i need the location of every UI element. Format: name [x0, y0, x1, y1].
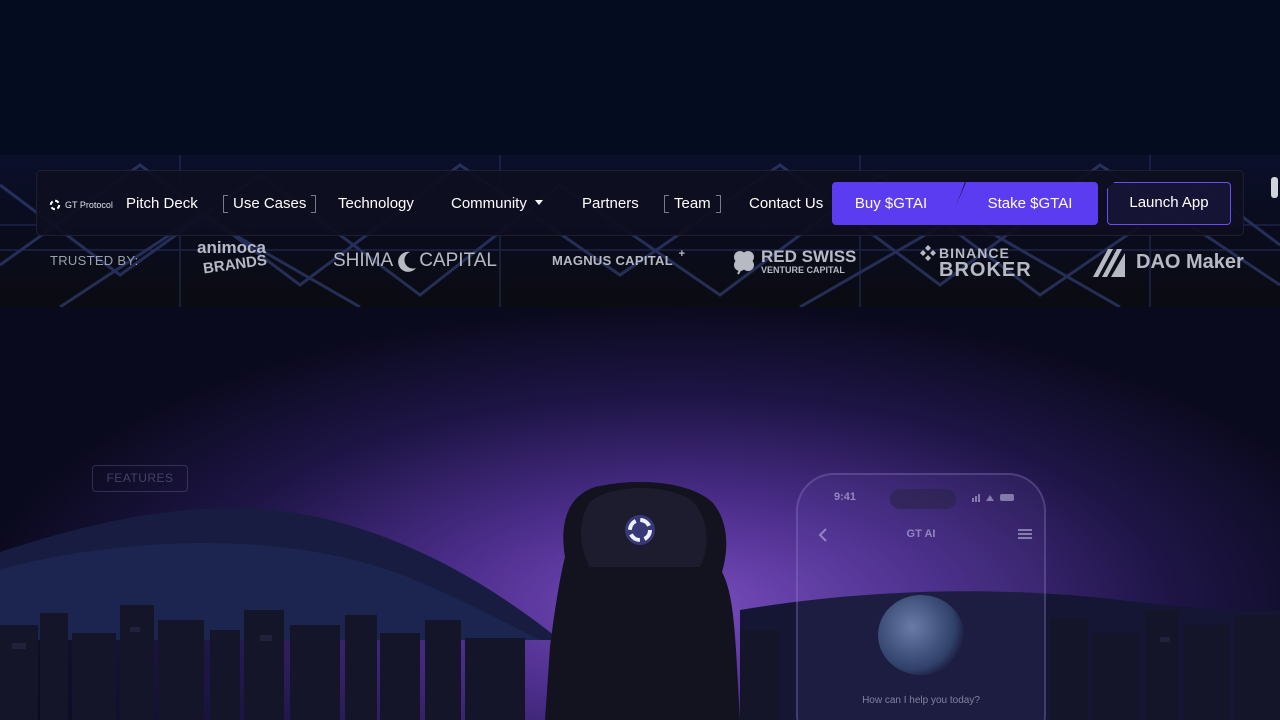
binance-broker-logo: BINANCE BROKER	[920, 244, 1032, 281]
nav-community-label: Community	[451, 195, 527, 212]
features-tag: FEATURES	[92, 465, 188, 492]
trusted-by-label: TRUSTED BY:	[50, 253, 139, 268]
nav-pitch-deck[interactable]: Pitch Deck	[126, 193, 198, 215]
dao-maker-text: DAO Maker	[1136, 250, 1244, 273]
nav-use-cases[interactable]: Use Cases	[223, 193, 317, 215]
nav-technology[interactable]: Technology	[338, 193, 414, 215]
phone-prompt: How can I help you today?	[862, 695, 980, 706]
phone-time: 9:41	[834, 491, 857, 503]
shima-text: SHIMA	[333, 250, 394, 271]
stake-gtai-button[interactable]: Stake $GTAI	[948, 182, 1098, 225]
buy-gtai-button[interactable]: Buy $GTAI	[832, 182, 965, 225]
hero-section: FEATURES 9:41 GT AI How can I help you t…	[0, 307, 1280, 720]
phone-mockup: 9:41 GT AI How can I help you today?	[796, 473, 1046, 720]
red-swiss-line2: VENTURE CAPITAL	[761, 264, 845, 275]
crescent-icon	[398, 251, 417, 272]
top-empty-area	[0, 0, 1280, 155]
capital-text: CAPITAL	[419, 250, 497, 271]
animoca-brands-logo: animoca BRANDS	[197, 239, 269, 283]
glowing-logo-icon	[625, 515, 655, 545]
top-navbar: GT Protocol Pitch Deck Use Cases Technol…	[36, 170, 1244, 236]
shima-capital-logo: SHIMA CAPITAL	[333, 249, 497, 273]
stake-gtai-label: Stake $GTAI	[987, 195, 1073, 212]
scrollbar-thumb[interactable]	[1271, 177, 1278, 198]
red-swiss-line1: RED SWISS	[761, 246, 857, 266]
magnus-capital-logo: MAGNUS CAPITAL +	[552, 248, 686, 272]
phone-title: GT AI	[906, 528, 936, 540]
gt-protocol-logo-icon	[49, 199, 61, 211]
red-swiss-logo: RED SWISS VENTURE CAPITAL	[731, 247, 856, 277]
magnus-plus-mark: +	[678, 248, 686, 260]
gt-protocol-logo[interactable]: GT Protocol	[49, 198, 113, 212]
clover-icon	[734, 251, 754, 275]
menu-icon[interactable]	[1018, 528, 1032, 540]
nav-community-dropdown[interactable]: Community	[451, 193, 543, 215]
chevron-down-icon	[534, 199, 543, 205]
dynamic-island	[890, 489, 956, 509]
dao-maker-logo: DAO Maker	[1093, 247, 1244, 277]
buy-gtai-label: Buy $GTAI	[854, 195, 928, 212]
logo-text: GT Protocol	[65, 200, 113, 210]
dao-maker-icon	[1093, 249, 1125, 277]
nav-contact-us[interactable]: Contact Us	[749, 193, 823, 215]
nav-team[interactable]: Team	[664, 193, 721, 215]
status-icons	[972, 494, 1014, 502]
launch-app-button[interactable]: Launch App	[1107, 182, 1231, 225]
magnus-text: MAGNUS CAPITAL	[552, 253, 673, 268]
nav-partners[interactable]: Partners	[582, 193, 639, 215]
broker-text: BROKER	[939, 259, 1032, 281]
ai-orb-icon	[878, 595, 964, 675]
binance-icon	[920, 245, 936, 261]
